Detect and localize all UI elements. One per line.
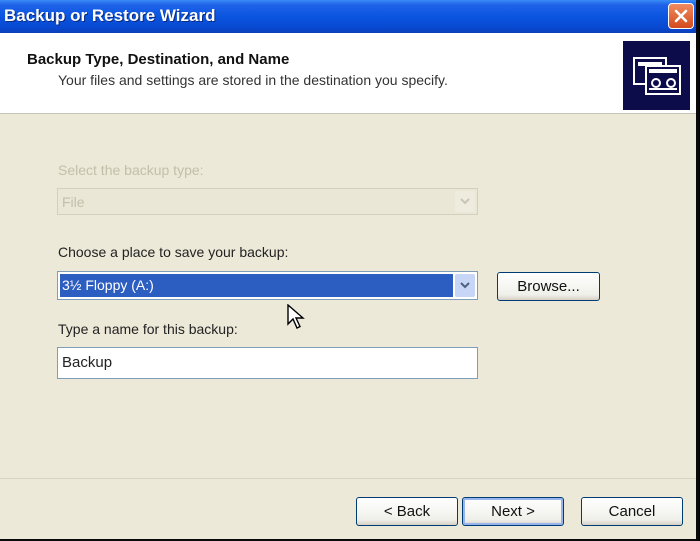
backup-type-label: Select the backup type:	[58, 162, 204, 178]
window-title: Backup or Restore Wizard	[4, 6, 216, 25]
wizard-window: Backup or Restore Wizard Backup Type, De…	[0, 0, 699, 541]
backup-type-select: File	[57, 188, 478, 215]
backup-tapes-icon	[623, 41, 690, 110]
browse-button[interactable]: Browse...	[497, 272, 600, 301]
footer-divider	[0, 478, 696, 479]
page-subtitle: Your files and settings are stored in th…	[58, 72, 448, 88]
backup-type-value: File	[62, 194, 85, 210]
mouse-pointer-icon	[287, 304, 305, 329]
dropdown-arrow-button[interactable]	[455, 274, 475, 297]
backup-name-input[interactable]: Backup	[57, 347, 478, 379]
close-button[interactable]	[668, 3, 694, 29]
title-bar[interactable]: Backup or Restore Wizard	[0, 0, 696, 33]
cancel-button[interactable]: Cancel	[581, 497, 683, 526]
backup-name-label: Type a name for this backup:	[58, 321, 238, 337]
wizard-header: Backup Type, Destination, and Name Your …	[0, 33, 696, 114]
next-button[interactable]: Next >	[462, 497, 564, 526]
destination-value: 3½ Floppy (A:)	[62, 277, 154, 293]
destination-selection-highlight: 3½ Floppy (A:)	[60, 274, 453, 297]
back-button[interactable]: < Back	[356, 497, 458, 526]
chevron-down-icon	[455, 191, 475, 212]
close-icon	[674, 9, 688, 23]
destination-select[interactable]: 3½ Floppy (A:)	[57, 271, 478, 300]
destination-label: Choose a place to save your backup:	[58, 244, 289, 260]
backup-name-value: Backup	[62, 354, 113, 371]
chevron-down-icon	[460, 282, 470, 289]
page-title: Backup Type, Destination, and Name	[27, 51, 290, 68]
